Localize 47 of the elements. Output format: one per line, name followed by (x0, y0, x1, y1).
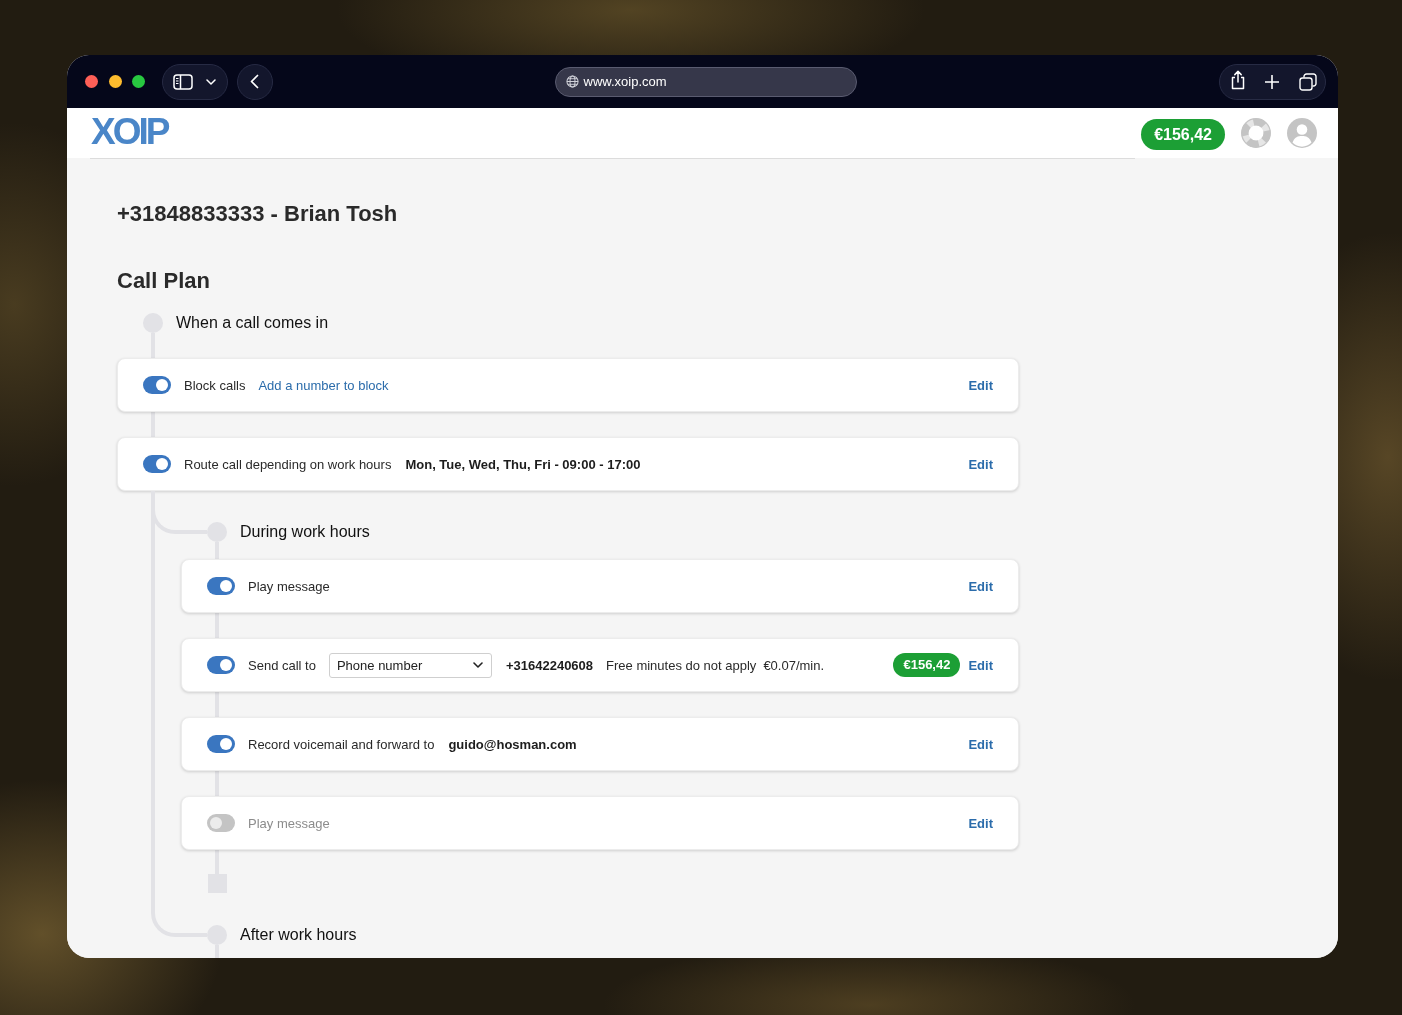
sidebar-button[interactable] (162, 63, 228, 100)
share-icon[interactable] (1230, 70, 1246, 90)
globe-icon (565, 75, 579, 88)
zoom-window-icon[interactable] (132, 75, 145, 88)
add-number-link[interactable]: Add a number to block (258, 377, 389, 393)
branch-title: After work hours (240, 925, 357, 945)
toggle-switch[interactable] (207, 735, 235, 753)
tabs-icon[interactable] (1299, 72, 1317, 91)
address-field[interactable]: www.xoip.com (554, 66, 857, 97)
toggle-switch[interactable] (207, 577, 235, 595)
page-title: +31848833333 - Brian Tosh (117, 200, 398, 228)
edit-link[interactable]: Edit (968, 578, 993, 594)
toggle-switch[interactable] (207, 656, 235, 674)
step-label: Send call to (248, 657, 316, 673)
step-label: Play message (248, 578, 330, 594)
minimize-window-icon[interactable] (108, 75, 122, 88)
section-title: Call Plan (117, 267, 210, 295)
branch-title: During work hours (240, 522, 370, 542)
toggle-switch[interactable] (143, 455, 171, 473)
close-window-icon[interactable] (85, 75, 98, 88)
rate-text: €0.07/min. (763, 657, 825, 673)
toggle-switch[interactable] (207, 814, 235, 832)
edit-link[interactable]: Edit (968, 736, 993, 752)
step-detail: +31642240608 (505, 657, 594, 673)
edit-link[interactable]: Edit (968, 657, 993, 673)
step-label: Route call depending on work hours (184, 456, 392, 472)
sidebar-icon (173, 73, 193, 90)
logo[interactable]: XOIP (91, 112, 168, 152)
destination-select[interactable]: Phone number (328, 652, 492, 678)
balance-badge[interactable]: €156,42 (1141, 119, 1225, 150)
step-label: Block calls (184, 377, 246, 393)
chevron-down-icon (206, 78, 216, 85)
plus-icon[interactable] (1265, 74, 1279, 89)
back-button[interactable] (237, 63, 273, 100)
balance-badge: €156,42 (893, 653, 961, 677)
chevron-down-icon (472, 662, 483, 668)
step-label: Play message (248, 815, 330, 831)
step-detail: Mon, Tue, Wed, Thu, Fri - 09:00 - 17:00 (405, 456, 641, 472)
step-label: Record voicemail and forward to (248, 736, 435, 752)
edit-link[interactable]: Edit (968, 377, 993, 393)
edit-link[interactable]: Edit (968, 456, 993, 472)
trigger-label: When a call comes in (176, 313, 329, 333)
step-note: Free minutes do not apply (606, 657, 757, 673)
step-detail: guido@hosman.com (448, 736, 577, 752)
toggle-switch[interactable] (143, 376, 171, 394)
chevron-left-icon (249, 74, 259, 89)
edit-link[interactable]: Edit (968, 815, 993, 831)
